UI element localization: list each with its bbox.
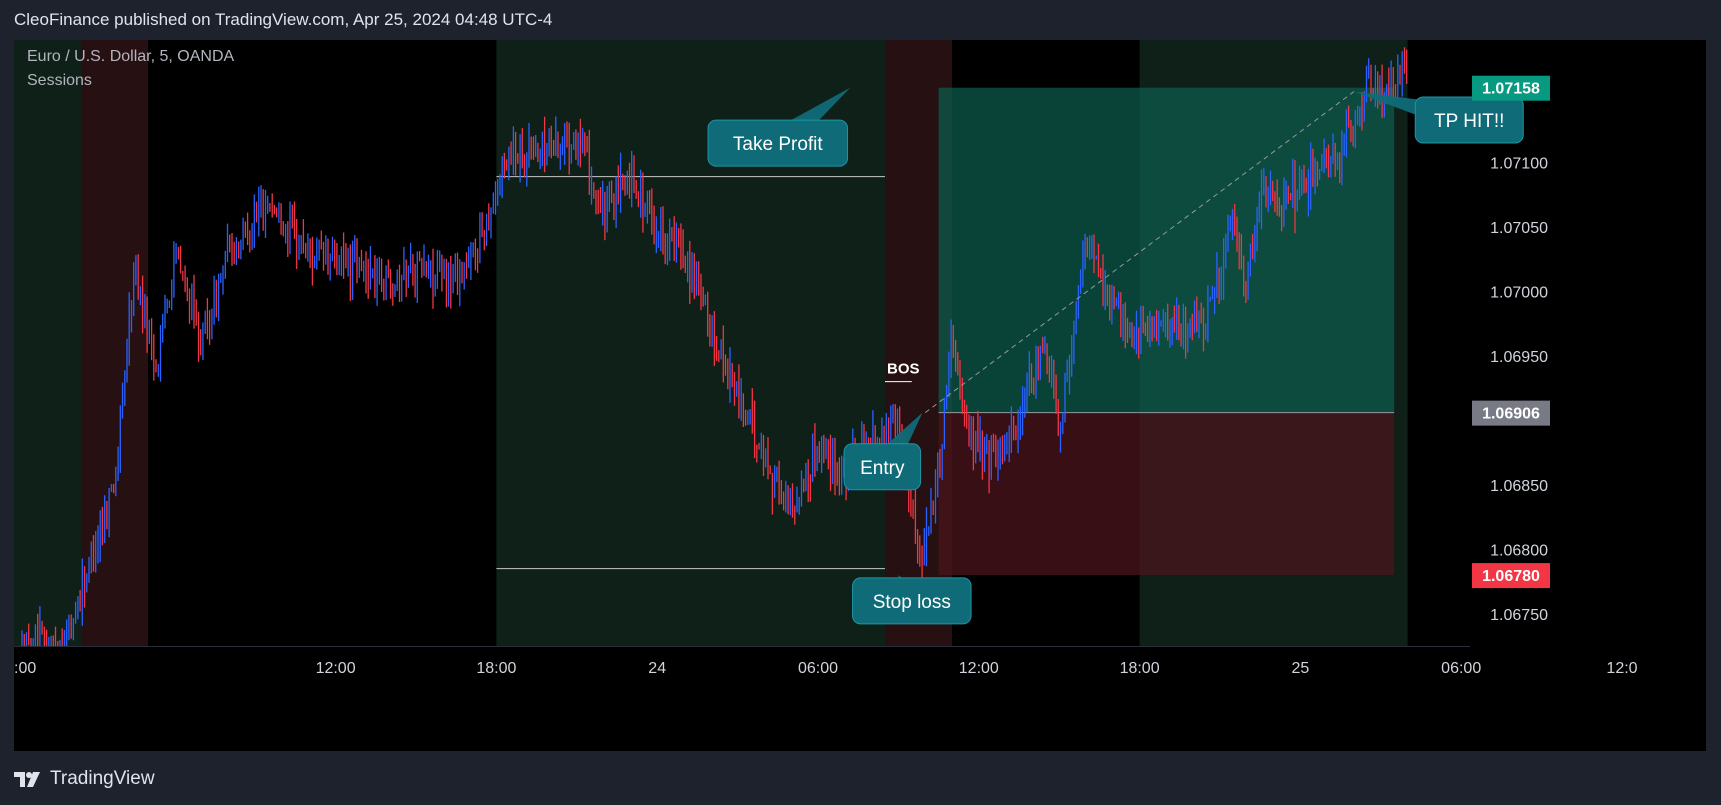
candlestick-chart[interactable]: BOS Take Profit TP HIT!! Entry Stop loss 1.07…: [14, 40, 1706, 751]
x-tick-label: 24: [648, 660, 666, 677]
callout-text: Stop loss: [873, 592, 951, 613]
callout-text: Take Profit: [733, 134, 823, 155]
x-tick-label: 12:0: [1606, 660, 1637, 677]
y-tick-label: 1.06850: [1490, 478, 1548, 495]
footer-brand: TradingView: [14, 766, 155, 792]
session-zone-green: [14, 40, 81, 646]
y-tick-label: 1.07050: [1490, 220, 1548, 237]
tradingview-brand: TradingView: [50, 768, 155, 789]
y-tick-label: 1.07000: [1490, 284, 1548, 301]
y-tick-label: 1.07100: [1490, 155, 1548, 172]
y-tick-label: 1.06800: [1490, 542, 1548, 559]
chart-pane[interactable]: BOS Take Profit TP HIT!! Entry Stop loss 1.07…: [14, 40, 1706, 751]
y-tick-label: 1.06750: [1490, 607, 1548, 624]
indicator-label: Sessions: [27, 72, 92, 89]
callout-text: Entry: [860, 458, 905, 479]
y-tick-label: 1.06950: [1490, 349, 1548, 366]
price-tag-text: 1.06906: [1482, 406, 1540, 423]
x-tick-label: 25: [1292, 660, 1310, 677]
profit-zone: [938, 87, 1395, 413]
callout-text: TP HIT!!: [1434, 111, 1504, 132]
x-tick-label: 12:00: [959, 660, 999, 677]
x-tick-label: 18:00: [1120, 660, 1160, 677]
x-tick-label: 12:00: [316, 660, 356, 677]
bos-label: BOS: [887, 361, 920, 378]
x-tick-label: :00: [14, 660, 36, 677]
price-tag-text: 1.06780: [1482, 568, 1540, 585]
x-tick-label: 06:00: [1441, 660, 1481, 677]
publish-header: CleoFinance published on TradingView.com…: [14, 10, 553, 29]
symbol-title: Euro / U.S. Dollar, 5, OANDA: [27, 48, 235, 65]
x-tick-label: 18:00: [476, 660, 516, 677]
price-tag-text: 1.07158: [1482, 81, 1540, 98]
x-tick-label: 06:00: [798, 660, 838, 677]
tradingview-logo-icon: [14, 772, 40, 787]
